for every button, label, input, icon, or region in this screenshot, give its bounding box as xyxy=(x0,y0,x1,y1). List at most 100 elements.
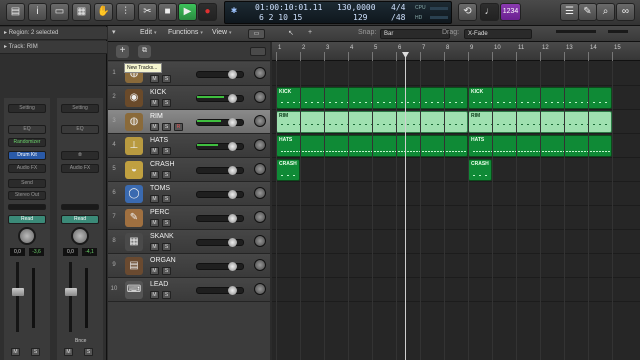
track-lane[interactable] xyxy=(272,254,640,278)
track-name[interactable]: CRASH xyxy=(150,161,175,168)
setting-button[interactable]: Setting xyxy=(61,104,99,113)
pan-knob[interactable] xyxy=(18,227,36,245)
volume-slider-handle[interactable] xyxy=(228,262,237,271)
track-lane[interactable] xyxy=(272,62,640,86)
mute-button[interactable]: M xyxy=(150,291,159,299)
play-button[interactable]: ▶ xyxy=(178,3,197,21)
track-header[interactable]: 4 ⊥ HATS M S xyxy=(108,134,270,158)
track-name[interactable]: TOMS xyxy=(150,185,170,192)
solo-button[interactable]: S xyxy=(31,348,40,356)
mute-button[interactable]: M xyxy=(150,123,159,131)
mute-button[interactable]: M xyxy=(11,348,20,356)
eq-display[interactable]: EQ xyxy=(8,125,46,134)
smart-controls-button[interactable]: ✋ xyxy=(94,3,113,21)
view-menu[interactable]: View ▾ xyxy=(212,29,232,36)
library-button[interactable]: ▤ xyxy=(6,3,25,21)
midi-region[interactable]: CRASH xyxy=(276,159,300,181)
automation-mode[interactable]: Read xyxy=(61,215,99,224)
mute-button[interactable]: M xyxy=(150,99,159,107)
solo-button[interactable]: S xyxy=(162,147,171,155)
scissors-icon[interactable]: ✂ xyxy=(138,3,157,21)
solo-button[interactable]: S xyxy=(162,219,171,227)
track-lane[interactable] xyxy=(272,230,640,254)
volume-fader[interactable] xyxy=(12,288,24,296)
functions-menu[interactable]: Functions ▾ xyxy=(168,29,203,36)
track-lane[interactable] xyxy=(272,158,640,182)
mute-button[interactable]: M xyxy=(150,147,159,155)
lcd-display[interactable]: ✱ 01:00:10:01.11 6 2 10 15 130,0000 129 … xyxy=(224,1,452,24)
mute-button[interactable]: M xyxy=(150,219,159,227)
pencil-tool-icon[interactable]: + xyxy=(308,29,318,39)
track-lane[interactable] xyxy=(272,182,640,206)
midi-region[interactable]: CRASH xyxy=(468,159,492,181)
notepad-button[interactable]: ✎ xyxy=(578,3,597,21)
record-enable-button[interactable]: R xyxy=(174,123,183,131)
add-track-button[interactable]: + xyxy=(116,45,129,58)
volume-slider-handle[interactable] xyxy=(228,94,237,103)
volume-fader[interactable] xyxy=(65,288,77,296)
volume-slider-handle[interactable] xyxy=(228,118,237,127)
snap-dropdown[interactable]: Bar xyxy=(380,29,450,39)
volume-slider-handle[interactable] xyxy=(228,190,237,199)
arrange-area[interactable]: 1 2 3 4 5 6 7 8 9 10 11 12 13 14 15 KICK KICK RIM RIM HATS… xyxy=(272,42,640,360)
track-name[interactable]: LEAD xyxy=(150,281,168,288)
mute-button[interactable]: M xyxy=(150,267,159,275)
solo-button[interactable]: S xyxy=(162,171,171,179)
pan-knob[interactable] xyxy=(254,283,266,295)
group-slot[interactable] xyxy=(8,204,46,210)
solo-button[interactable]: S xyxy=(162,75,171,83)
bar-ruler[interactable]: 1 2 3 4 5 6 7 8 9 10 11 12 13 14 15 xyxy=(272,42,640,61)
track-header[interactable]: 9 ▤ ORGAN M S xyxy=(108,254,270,278)
track-header[interactable]: 7 ✎ PERC M S xyxy=(108,206,270,230)
track-inspector-row[interactable]: ▸ Track: RIM xyxy=(0,41,107,54)
replace-button[interactable]: ⟲ xyxy=(458,3,477,21)
volume-slider-handle[interactable] xyxy=(228,166,237,175)
solo-button[interactable]: S xyxy=(162,243,171,251)
browser-button[interactable]: ⌕ xyxy=(596,3,615,21)
pan-knob[interactable] xyxy=(254,67,266,79)
list-editors-button[interactable]: ☰ xyxy=(560,3,579,21)
inspector-button[interactable]: i xyxy=(28,3,47,21)
volume-slider-handle[interactable] xyxy=(228,142,237,151)
automation-toggle[interactable] xyxy=(250,47,266,56)
volume-slider-handle[interactable] xyxy=(228,214,237,223)
mute-button[interactable]: M xyxy=(150,171,159,179)
tuner-button[interactable]: ♩ xyxy=(480,3,499,21)
pan-knob[interactable] xyxy=(254,91,266,103)
loop-browser-button[interactable]: ∞ xyxy=(616,3,635,21)
catch-button[interactable]: ▭ xyxy=(248,29,265,39)
global-tracks-button[interactable]: ⧉ xyxy=(138,45,151,58)
pan-knob[interactable] xyxy=(254,259,266,271)
solo-button[interactable]: S xyxy=(162,291,171,299)
pan-knob[interactable] xyxy=(254,211,266,223)
audio-fx-slot[interactable]: Audio FX xyxy=(8,164,46,173)
pan-knob[interactable] xyxy=(254,139,266,151)
track-name[interactable]: KICK xyxy=(150,89,166,96)
solo-button[interactable]: S xyxy=(162,123,171,131)
solo-button[interactable]: S xyxy=(162,267,171,275)
disclosure-triangle-icon[interactable]: ▾ xyxy=(112,28,126,39)
track-name[interactable]: ORGAN xyxy=(150,257,176,264)
solo-button[interactable]: S xyxy=(84,348,93,356)
zoom-slider-h[interactable] xyxy=(556,30,596,33)
solo-button[interactable]: S xyxy=(162,99,171,107)
midi-fx-slot[interactable]: Randomizer xyxy=(8,138,46,147)
edit-menu[interactable]: Edit ▾ xyxy=(140,29,157,36)
count-in-button[interactable]: 1234 xyxy=(500,3,521,21)
track-header[interactable]: 8 ▦ SKANK M S xyxy=(108,230,270,254)
mute-button[interactable]: M xyxy=(64,348,73,356)
automation-mode[interactable]: Read xyxy=(8,215,46,224)
track-header[interactable]: 6 ◯ TOMS M S xyxy=(108,182,270,206)
track-header[interactable]: 10 ⌨ LEAD M S xyxy=(108,278,270,302)
toolbar-button[interactable]: ▭ xyxy=(50,3,69,21)
solo-button[interactable]: S xyxy=(162,195,171,203)
track-name[interactable]: RIM xyxy=(150,113,163,120)
eq-display[interactable]: EQ xyxy=(61,125,99,134)
volume-slider-handle[interactable] xyxy=(228,238,237,247)
pan-knob[interactable] xyxy=(254,163,266,175)
playhead[interactable] xyxy=(405,52,406,360)
drag-dropdown[interactable]: X-Fade xyxy=(464,29,532,39)
pan-knob[interactable] xyxy=(254,115,266,127)
track-header[interactable]: 2 ◉ KICK M S xyxy=(108,86,270,110)
pan-knob[interactable] xyxy=(71,227,89,245)
